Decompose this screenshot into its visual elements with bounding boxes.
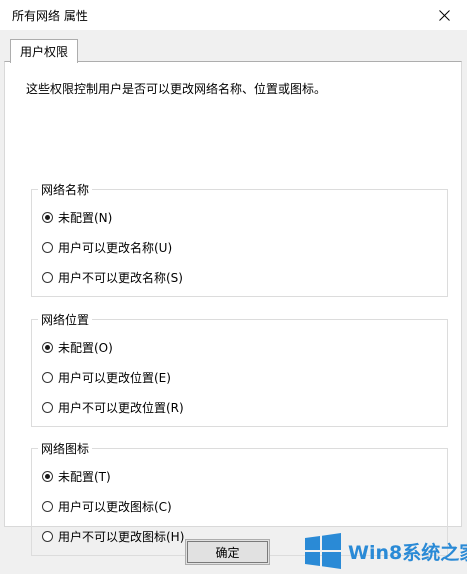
- windows-logo-icon: [305, 533, 341, 569]
- network-name-group: 网络名称 未配置(N) 用户可以更改名称(U) 用户不可以更改名称(S): [31, 181, 448, 297]
- radio-button[interactable]: [42, 402, 53, 413]
- dialog-client-area: 用户权限 这些权限控制用户是否可以更改网络名称、位置或图标。 网络名称 未配置(…: [0, 30, 467, 574]
- radio-label: 未配置(T): [58, 470, 111, 484]
- close-button[interactable]: [421, 0, 467, 30]
- radio-button[interactable]: [42, 272, 53, 283]
- radio-button[interactable]: [42, 501, 53, 512]
- network-location-group: 网络位置 未配置(O) 用户可以更改位置(E) 用户不可以更改位置(R): [31, 311, 448, 427]
- radio-label: 用户可以更改图标(C): [58, 500, 172, 514]
- ok-button[interactable]: 确定: [185, 539, 270, 565]
- icon-option-not-configured[interactable]: 未配置(T): [42, 468, 111, 485]
- radio-button[interactable]: [42, 212, 53, 223]
- title-bar: 所有网络 属性: [0, 0, 467, 30]
- tab-panel: 这些权限控制用户是否可以更改网络名称、位置或图标。 网络名称 未配置(N) 用户…: [4, 61, 462, 556]
- radio-label: 未配置(N): [58, 211, 113, 225]
- group-legend: 网络位置: [38, 311, 93, 328]
- name-option-user-cannot-change[interactable]: 用户不可以更改名称(S): [42, 269, 183, 286]
- radio-button[interactable]: [42, 342, 53, 353]
- tab-user-permissions[interactable]: 用户权限: [10, 39, 79, 63]
- radio-label: 用户不可以更改名称(S): [58, 271, 183, 285]
- location-option-user-can-change[interactable]: 用户可以更改位置(E): [42, 369, 171, 386]
- name-option-user-can-change[interactable]: 用户可以更改名称(U): [42, 239, 172, 256]
- radio-label: 用户不可以更改图标(H): [58, 530, 185, 544]
- window-title: 所有网络 属性: [12, 9, 88, 23]
- radio-label: 用户可以更改名称(U): [58, 241, 173, 255]
- radio-selected-dot: [45, 474, 50, 479]
- radio-label: 未配置(O): [58, 341, 113, 355]
- radio-selected-dot: [45, 345, 50, 350]
- tab-label: 用户权限: [20, 45, 69, 59]
- location-option-not-configured[interactable]: 未配置(O): [42, 339, 113, 356]
- name-option-not-configured[interactable]: 未配置(N): [42, 209, 112, 226]
- location-option-user-cannot-change[interactable]: 用户不可以更改位置(R): [42, 399, 184, 416]
- radio-selected-dot: [45, 215, 50, 220]
- description-text: 这些权限控制用户是否可以更改网络名称、位置或图标。: [26, 82, 327, 96]
- watermark-text: Win8系统之家: [348, 541, 467, 564]
- icon-option-user-can-change[interactable]: 用户可以更改图标(C): [42, 498, 172, 515]
- radio-label: 用户可以更改位置(E): [58, 371, 171, 385]
- radio-button[interactable]: [42, 531, 53, 542]
- radio-button[interactable]: [42, 372, 53, 383]
- radio-label: 用户不可以更改位置(R): [58, 401, 184, 415]
- icon-option-user-cannot-change[interactable]: 用户不可以更改图标(H): [42, 528, 184, 545]
- radio-button[interactable]: [42, 471, 53, 482]
- watermark: Win8系统之家: [305, 531, 467, 571]
- radio-button[interactable]: [42, 242, 53, 253]
- group-legend: 网络图标: [38, 440, 93, 457]
- close-icon: [438, 9, 450, 21]
- group-legend: 网络名称: [38, 181, 93, 198]
